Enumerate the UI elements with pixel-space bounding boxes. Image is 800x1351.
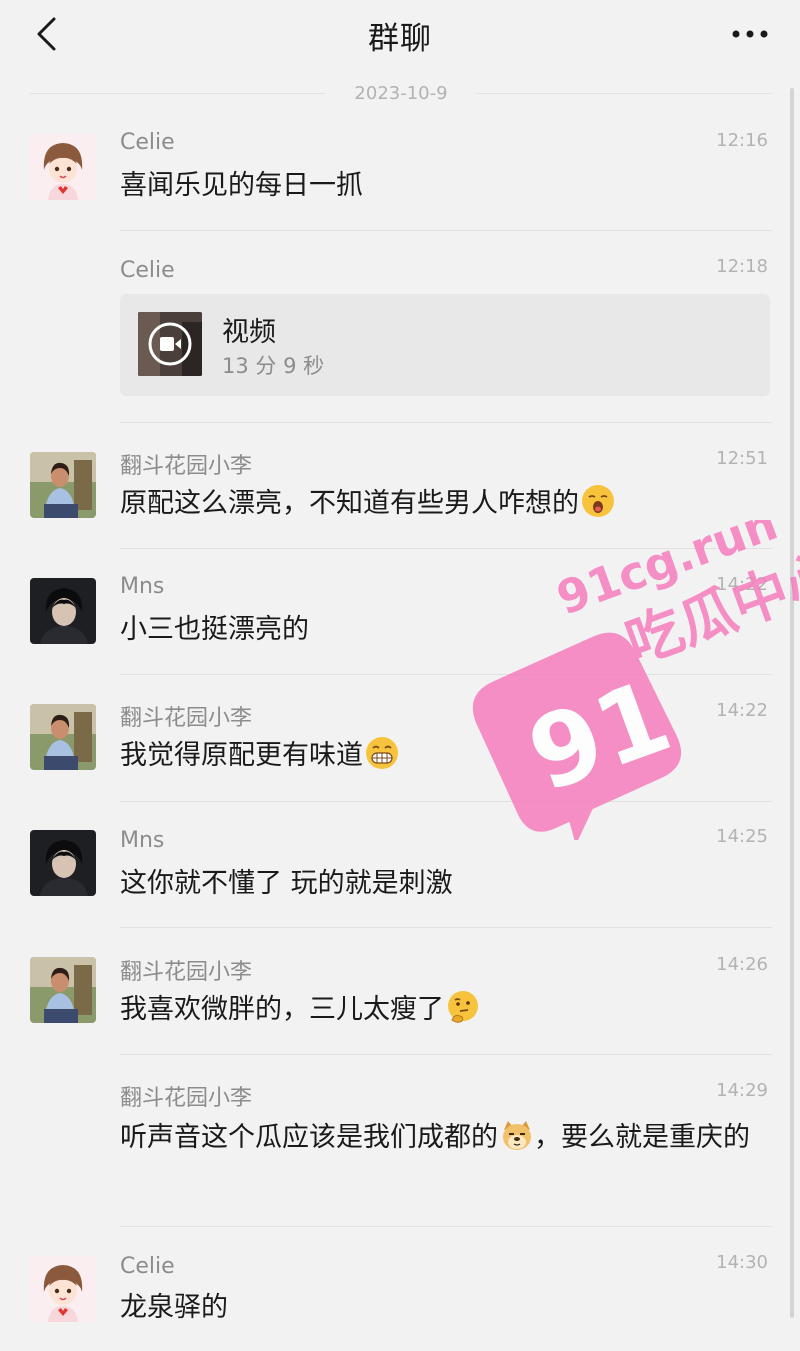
message-separator: [120, 1226, 772, 1227]
video-camera-icon: [160, 337, 174, 351]
video-thumbnail: [138, 312, 202, 376]
message-separator: [120, 230, 772, 231]
avatar[interactable]: [30, 452, 96, 518]
avatar-image: [30, 1256, 96, 1322]
sender-name: Celie: [120, 130, 175, 155]
message-text[interactable]: 我觉得原配更有味道: [120, 734, 770, 778]
message-text[interactable]: 这你就不懂了 玩的就是刺激: [120, 862, 770, 906]
sender-name: Mns: [120, 828, 165, 853]
chevron-left-icon: [37, 17, 56, 51]
video-message-card[interactable]: 视频 13 分 9 秒: [120, 294, 770, 396]
message-text[interactable]: 小三也挺漂亮的: [120, 608, 770, 652]
message-text[interactable]: 听声音这个瓜应该是我们成都的 ，要么就是重庆的: [120, 1116, 770, 1160]
message-text-content: 原配这么漂亮，不知道有些男人咋想的: [120, 488, 579, 519]
message-time: 12:18: [716, 256, 768, 277]
avatar-image: [30, 957, 96, 1023]
message-separator: [120, 1054, 772, 1055]
message-text[interactable]: 龙泉驿的: [120, 1286, 770, 1330]
message-text-content: ，要么就是重庆的: [534, 1122, 750, 1153]
back-button[interactable]: [26, 14, 66, 54]
message-time: 14:30: [716, 1252, 768, 1273]
sender-name: Celie: [120, 1254, 175, 1279]
message-separator: [120, 801, 772, 802]
message-time: 12:16: [716, 130, 768, 151]
message-time: 14:22: [716, 574, 768, 595]
message-time: 14:26: [716, 954, 768, 975]
sender-name: 翻斗花园小李: [120, 454, 253, 479]
sender-name: Celie: [120, 258, 175, 283]
scrollbar[interactable]: [790, 88, 794, 1318]
nav-bar: 群聊: [0, 0, 800, 70]
message-separator: [120, 422, 772, 423]
message-separator: [120, 927, 772, 928]
message-time: 12:51: [716, 448, 768, 469]
message-time: 14:29: [716, 1080, 768, 1101]
message-text[interactable]: 原配这么漂亮，不知道有些男人咋想的: [120, 482, 770, 526]
grinning-face-icon: [366, 737, 398, 769]
message-text-content: 我觉得原配更有味道: [120, 740, 363, 771]
message-time: 14:25: [716, 826, 768, 847]
avatar[interactable]: [30, 1256, 96, 1322]
yawning-face-icon: [582, 485, 614, 517]
video-title: 视频: [222, 317, 276, 348]
message-text-content: 听声音这个瓜应该是我们成都的: [120, 1122, 498, 1153]
avatar-image: [30, 830, 96, 896]
divider-line: [30, 92, 327, 94]
divider-line: [475, 92, 772, 94]
more-dots-icon: [732, 30, 768, 38]
message-time: 14:22: [716, 700, 768, 721]
more-button[interactable]: [730, 20, 770, 48]
avatar[interactable]: [30, 830, 96, 896]
sender-name: 翻斗花园小李: [120, 1086, 253, 1111]
avatar[interactable]: [30, 704, 96, 770]
thinking-face-icon: [448, 991, 478, 1023]
doge-icon: [503, 1121, 531, 1150]
avatar-image: [30, 452, 96, 518]
video-duration: 13 分 9 秒: [222, 354, 325, 378]
page-title: 群聊: [368, 20, 432, 57]
avatar[interactable]: [30, 957, 96, 1023]
message-separator: [120, 674, 772, 675]
message-text[interactable]: 我喜欢微胖的，三儿太瘦了: [120, 988, 770, 1032]
message-separator: [120, 548, 772, 549]
sender-name: 翻斗花园小李: [120, 706, 253, 731]
avatar-image: [30, 578, 96, 644]
message-text-content: 我喜欢微胖的，三儿太瘦了: [120, 994, 444, 1025]
avatar-image: [30, 134, 96, 200]
avatar-image: [30, 704, 96, 770]
message-text[interactable]: 喜闻乐见的每日一抓: [120, 164, 770, 208]
sender-name: Mns: [120, 574, 165, 599]
avatar[interactable]: [30, 134, 96, 200]
date-label: 2023-10-9: [354, 82, 448, 104]
watermark: 91 91cg.run 吃瓜中心: [440, 496, 800, 846]
date-divider: 2023-10-9: [30, 78, 772, 108]
sender-name: 翻斗花园小李: [120, 960, 253, 985]
avatar[interactable]: [30, 578, 96, 644]
